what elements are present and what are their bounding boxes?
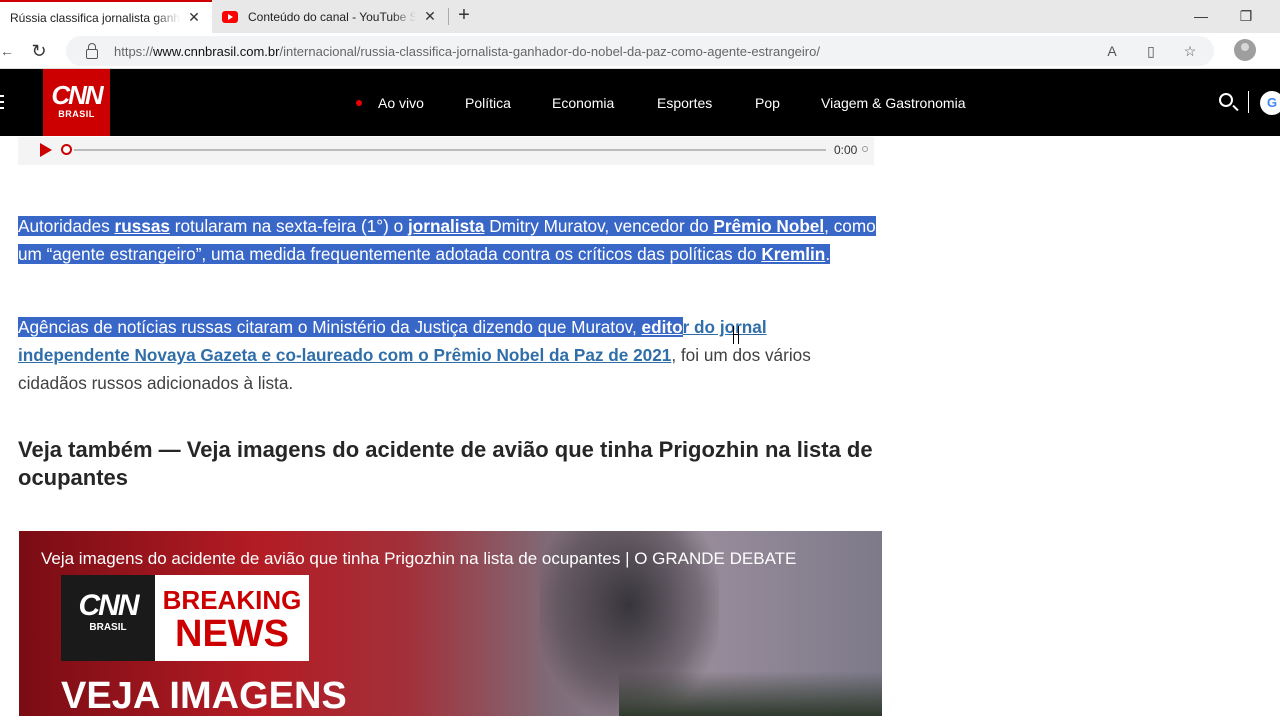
play-icon[interactable] xyxy=(40,143,52,157)
link-kremlin[interactable]: Kremlin xyxy=(761,244,825,264)
video-caption: VEJA IMAGENS xyxy=(61,675,347,716)
youtube-icon xyxy=(222,10,238,23)
link-premio-nobel[interactable]: Prêmio Nobel xyxy=(713,216,824,236)
read-aloud-icon[interactable]: A xyxy=(1103,42,1121,60)
browser-toolbar: ← ↻ https://www.cnnbrasil.com.br/interna… xyxy=(0,33,1280,69)
breaking-news-badge: BREAKING NEWS xyxy=(155,575,309,661)
text-cursor-icon xyxy=(733,326,739,344)
url-text[interactable]: https://www.cnnbrasil.com.br/internacion… xyxy=(114,44,820,59)
search-icon[interactable] xyxy=(1219,93,1233,107)
link-jornalista[interactable]: jornalista xyxy=(408,216,484,236)
tab-separator xyxy=(448,8,449,25)
audio-player: 0:00 xyxy=(18,137,874,165)
audio-time: 0:00 xyxy=(834,143,858,157)
article-paragraph-2: Agências de notícias russas citaram o Mi… xyxy=(18,317,811,393)
nav-pop[interactable]: Pop xyxy=(755,94,780,112)
favorite-star-icon[interactable]: ☆ xyxy=(1181,42,1199,60)
close-icon[interactable]: ✕ xyxy=(422,8,438,25)
nav-divider xyxy=(1248,91,1249,113)
profile-avatar-icon[interactable] xyxy=(1234,39,1256,61)
video-cnn-logo: CNN BRASIL xyxy=(61,575,155,661)
tab-youtube-studio[interactable]: Conteúdo do canal - YouTube Studio ✕ xyxy=(212,0,448,33)
hamburger-menu-icon[interactable] xyxy=(0,95,4,109)
nav-ao-vivo[interactable]: Ao vivo xyxy=(378,94,424,112)
cnn-brasil-logo[interactable]: CNN BRASIL xyxy=(43,69,110,136)
audio-progress-track[interactable] xyxy=(74,149,826,151)
site-header: CNN BRASIL Ao vivo Política Economia Esp… xyxy=(0,69,1280,136)
nav-viagem-gastronomia[interactable]: Viagem & Gastronomia xyxy=(821,94,965,112)
link-russas[interactable]: russas xyxy=(115,216,170,236)
volume-icon[interactable] xyxy=(862,146,868,152)
restore-button[interactable]: ❐ xyxy=(1231,4,1261,28)
lock-icon[interactable] xyxy=(86,42,98,59)
live-dot-icon xyxy=(356,100,362,106)
tab-cnn-article[interactable]: Rússia classifica jornalista ganhador do… xyxy=(0,0,212,33)
link-editor-selected[interactable]: edito xyxy=(642,317,683,337)
tab-title: Rússia classifica jornalista ganhador do… xyxy=(10,10,180,25)
nav-politica[interactable]: Política xyxy=(465,94,511,112)
new-tab-button[interactable]: + xyxy=(452,4,476,28)
close-icon[interactable]: ✕ xyxy=(186,9,202,26)
immersive-reader-icon[interactable]: ▯ xyxy=(1142,42,1160,60)
logo-text: CNN xyxy=(51,80,103,110)
video-trees-image xyxy=(619,671,882,716)
video-title[interactable]: Veja imagens do acidente de avião que ti… xyxy=(41,549,796,569)
reload-icon[interactable]: ↻ xyxy=(28,40,50,62)
nav-esportes[interactable]: Esportes xyxy=(657,94,712,112)
google-icon[interactable]: G xyxy=(1260,91,1280,115)
minimize-button[interactable]: — xyxy=(1186,4,1216,28)
audio-progress-handle[interactable] xyxy=(61,144,72,155)
nav-economia[interactable]: Economia xyxy=(552,94,614,112)
tab-bar: Rússia classifica jornalista ganhador do… xyxy=(0,0,1280,33)
back-icon[interactable]: ← xyxy=(0,41,14,61)
tab-title: Conteúdo do canal - YouTube Studio xyxy=(248,9,416,24)
address-bar[interactable]: https://www.cnnbrasil.com.br/internacion… xyxy=(66,36,1214,66)
video-embed[interactable]: Veja imagens do acidente de avião que ti… xyxy=(19,531,882,716)
see-also-heading: Veja também — Veja imagens do acidente d… xyxy=(18,437,873,490)
article-paragraph-1: Autoridades russas rotularam na sexta-fe… xyxy=(18,216,876,264)
